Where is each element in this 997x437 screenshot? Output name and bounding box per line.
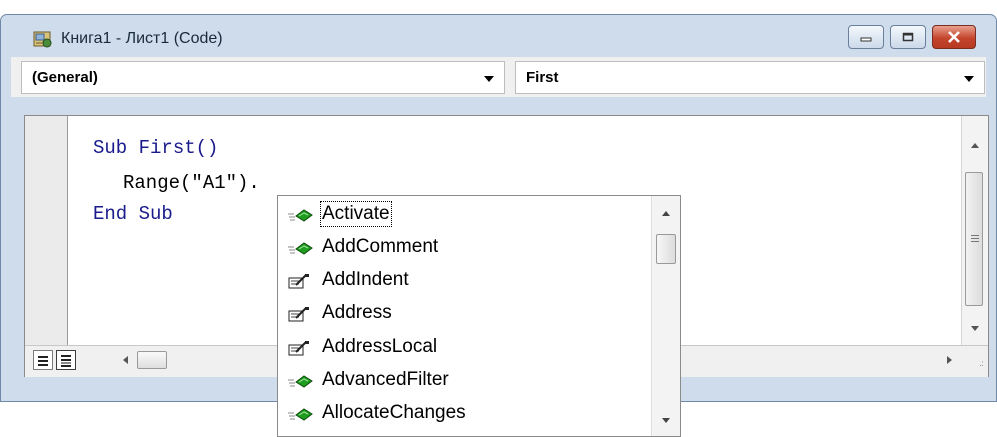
- scroll-right-icon[interactable]: [947, 356, 952, 364]
- method-icon: [288, 209, 313, 222]
- close-icon: [948, 31, 960, 43]
- list-item-label: AddIndent: [322, 269, 409, 290]
- chevron-down-icon[interactable]: [484, 76, 494, 82]
- procedure-dropdown[interactable]: First: [515, 61, 985, 94]
- procedure-dropdown-value: First: [526, 69, 559, 86]
- list-item[interactable]: AddressLocal: [282, 332, 642, 362]
- vba-module-icon: [33, 31, 52, 48]
- scroll-up-icon[interactable]: [971, 143, 979, 148]
- maximize-icon: [902, 32, 914, 42]
- list-item[interactable]: AddComment: [282, 232, 642, 262]
- close-button[interactable]: [932, 25, 976, 49]
- property-icon: [288, 341, 309, 356]
- margin-indicator-bar[interactable]: [25, 116, 68, 345]
- list-item[interactable]: Address: [282, 298, 642, 328]
- code-line-2[interactable]: Range("A1").: [123, 172, 260, 194]
- list-item[interactable]: AllocateChanges: [282, 398, 642, 428]
- code-line-3[interactable]: End Sub: [93, 203, 173, 225]
- list-item[interactable]: Activate: [282, 199, 642, 229]
- window-title: Книга1 - Лист1 (Code): [61, 30, 223, 47]
- resize-grip-icon[interactable]: .:: [979, 359, 984, 369]
- list-item-label: Address: [322, 302, 392, 323]
- scroll-thumb[interactable]: [656, 234, 676, 264]
- chevron-down-icon[interactable]: [964, 76, 974, 82]
- autocomplete-list[interactable]: Activate AddComment AddIndent Address Ad…: [277, 195, 681, 437]
- scroll-up-icon[interactable]: [662, 211, 670, 216]
- editor-vertical-scrollbar[interactable]: [961, 116, 988, 345]
- list-item-label: Activate: [320, 201, 392, 227]
- horizontal-scroll-thumb[interactable]: [137, 351, 167, 369]
- procedure-signature: First(): [127, 137, 219, 159]
- list-item[interactable]: AdvancedFilter: [282, 365, 642, 395]
- scroll-down-icon[interactable]: [971, 326, 979, 331]
- minimize-icon: [860, 37, 872, 42]
- list-item-label: AddressLocal: [322, 336, 438, 357]
- method-icon: [288, 408, 313, 421]
- keyword-sub: Sub: [93, 137, 128, 159]
- list-item[interactable]: AddIndent: [282, 265, 642, 295]
- scroll-down-icon[interactable]: [662, 418, 670, 423]
- title-bar[interactable]: Книга1 - Лист1 (Code): [1, 15, 996, 59]
- autocomplete-scrollbar[interactable]: [651, 196, 680, 436]
- object-dropdown[interactable]: (General): [21, 61, 505, 94]
- method-icon: [288, 242, 313, 255]
- maximize-button[interactable]: [890, 25, 926, 49]
- minimize-button[interactable]: [848, 25, 884, 49]
- combo-bar: (General) First: [11, 57, 986, 97]
- method-icon: [288, 375, 313, 388]
- property-icon: [288, 307, 309, 322]
- scroll-left-icon[interactable]: [123, 356, 128, 364]
- full-module-view-button[interactable]: [56, 350, 76, 370]
- list-item-label: AddComment: [322, 236, 439, 257]
- list-item-label: AllocateChanges: [322, 402, 466, 423]
- scroll-thumb[interactable]: [965, 172, 983, 306]
- code-line-1[interactable]: Sub First(): [93, 137, 218, 159]
- procedure-view-button[interactable]: [33, 350, 53, 370]
- object-dropdown-value: (General): [32, 69, 98, 86]
- property-icon: [288, 274, 309, 289]
- list-item-label: AdvancedFilter: [322, 369, 449, 390]
